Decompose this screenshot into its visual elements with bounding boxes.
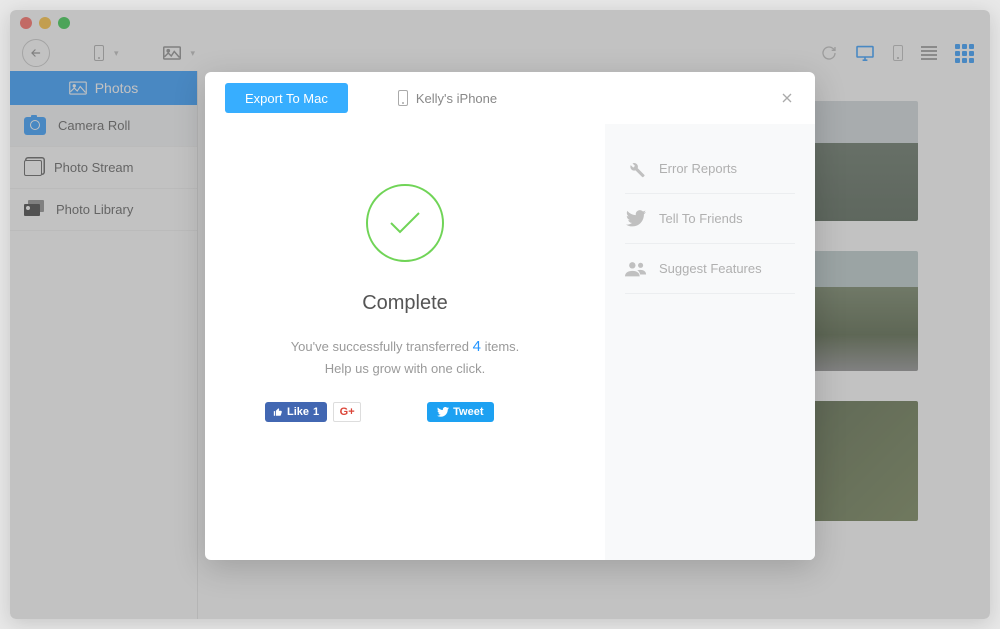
facebook-like-button[interactable]: Like 1 <box>265 402 327 422</box>
modal-header: Export To Mac Kelly's iPhone <box>205 72 815 124</box>
social-share-row: Like 1 G+ Tweet <box>205 402 605 422</box>
success-check-icon <box>366 184 444 262</box>
device-indicator: Kelly's iPhone <box>398 90 497 106</box>
export-to-mac-button[interactable]: Export To Mac <box>225 83 348 113</box>
option-label: Suggest Features <box>659 261 762 276</box>
tweet-button[interactable]: Tweet <box>427 402 493 422</box>
option-suggest-features[interactable]: Suggest Features <box>625 244 795 294</box>
option-label: Tell To Friends <box>659 211 743 226</box>
wrench-icon <box>625 158 647 180</box>
modal-right-panel: Error Reports Tell To Friends Suggest Fe… <box>605 124 815 560</box>
transferred-count: 4 <box>473 338 481 355</box>
option-tell-friends[interactable]: Tell To Friends <box>625 194 795 244</box>
modal-close-button[interactable] <box>777 88 797 108</box>
option-label: Error Reports <box>659 161 737 176</box>
twitter-bird-icon <box>625 208 647 230</box>
modal-body: Complete You've successfully transferred… <box>205 124 815 560</box>
app-window: ▾ ▾ Photos Camera <box>10 10 990 619</box>
phone-icon <box>398 90 408 106</box>
complete-message: You've successfully transferred 4 items.… <box>291 335 520 380</box>
export-complete-modal: Export To Mac Kelly's iPhone Complete Yo… <box>205 72 815 560</box>
device-name-label: Kelly's iPhone <box>416 91 497 106</box>
google-plus-button[interactable]: G+ <box>333 402 361 422</box>
modal-left-panel: Complete You've successfully transferred… <box>205 124 605 560</box>
option-error-reports[interactable]: Error Reports <box>625 144 795 194</box>
people-icon <box>625 258 647 280</box>
complete-title: Complete <box>362 292 448 315</box>
